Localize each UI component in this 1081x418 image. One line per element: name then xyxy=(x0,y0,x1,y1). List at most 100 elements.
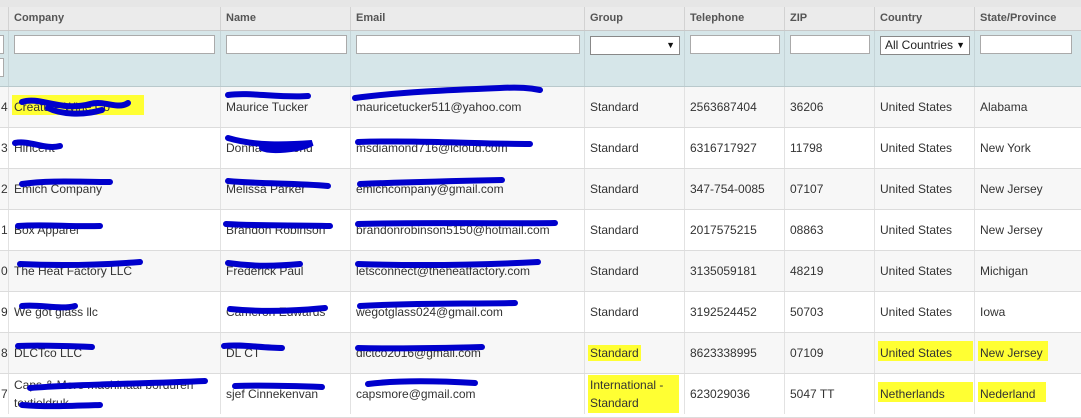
cell-zip: 07107 xyxy=(785,169,875,209)
cell-group: Standard xyxy=(585,333,685,373)
cell-company: DLCTco LLC xyxy=(9,333,221,373)
cell-company: We got glass llc xyxy=(9,292,221,332)
dropdown-arrow-icon: ▼ xyxy=(666,40,675,50)
country-filter-value: All Countries xyxy=(885,38,954,52)
table-row[interactable]: 4 Creature Wine Co Maurice Tucker mauric… xyxy=(0,87,1081,128)
cell-state: New Jersey xyxy=(980,223,1043,237)
cell-zip: 48219 xyxy=(785,251,875,291)
cell-state: New Jersey xyxy=(980,182,1043,196)
cell-email: letsconnect@theheatfactory.com xyxy=(351,251,585,291)
filter-cell-id xyxy=(0,31,9,86)
table-row[interactable]: 9 We got glass llc Cameron Edwards wegot… xyxy=(0,292,1081,333)
cell-id: 2 xyxy=(0,169,9,209)
cell-name: Melissa Parker xyxy=(221,169,351,209)
cell-telephone: 3135059181 xyxy=(685,251,785,291)
cell-zip: 50703 xyxy=(785,292,875,332)
country-filter-select[interactable]: All Countries ▼ xyxy=(880,36,970,55)
cell-email: msdiamond716@icloud.com xyxy=(351,128,585,168)
state-filter-input[interactable] xyxy=(980,35,1072,54)
dropdown-arrow-icon: ▼ xyxy=(956,40,965,50)
cell-company: Box Apparel xyxy=(9,210,221,250)
cell-id: 7 xyxy=(0,374,9,414)
cell-email: dlctco2016@gmail.com xyxy=(351,333,585,373)
table-row[interactable]: 0 The Heat Factory LLC Frederick Paul le… xyxy=(0,251,1081,292)
cell-email: capsmore@gmail.com xyxy=(351,374,585,414)
cell-group: Standard xyxy=(585,210,685,250)
id-to-filter-input[interactable] xyxy=(0,58,4,77)
filter-cell-group: ▼ xyxy=(585,31,685,86)
cell-id: 8 xyxy=(0,333,9,373)
cell-zip: 07109 xyxy=(785,333,875,373)
column-header-zip[interactable]: ZIP xyxy=(785,7,875,30)
grid-header-row: Company Name Email Group Telephone ZIP C… xyxy=(0,7,1081,31)
cell-telephone: 6316717927 xyxy=(685,128,785,168)
cell-name: DL CT xyxy=(221,333,351,373)
highlighted-text: Standard xyxy=(588,345,641,361)
cell-name: Maurice Tucker xyxy=(221,87,351,127)
cell-id: 3 xyxy=(0,128,9,168)
cell-company: Creature Wine Co xyxy=(9,87,221,127)
cell-group: Standard xyxy=(585,128,685,168)
cell-group: Standard xyxy=(585,292,685,332)
cell-email: brandonrobinson5150@hotmail.com xyxy=(351,210,585,250)
column-header-group[interactable]: Group xyxy=(585,7,685,30)
cell-email: wegotglass024@gmail.com xyxy=(351,292,585,332)
customer-grid: Company Name Email Group Telephone ZIP C… xyxy=(0,0,1081,418)
filter-cell-company xyxy=(9,31,221,86)
cell-country: United States xyxy=(875,169,975,209)
cell-group: International - Standard xyxy=(585,374,685,414)
cell-zip: 5047 TT xyxy=(785,374,875,414)
cell-state: New Jersey xyxy=(975,333,1081,373)
column-header-email[interactable]: Email xyxy=(351,7,585,30)
column-header-telephone[interactable]: Telephone xyxy=(685,7,785,30)
cell-name: Frederick Paul xyxy=(221,251,351,291)
cell-email: mauricetucker511@yahoo.com xyxy=(351,87,585,127)
company-filter-input[interactable] xyxy=(14,35,215,54)
cell-name: sjef Cinnekenvan xyxy=(221,374,351,414)
email-filter-input[interactable] xyxy=(356,35,580,54)
filter-cell-email xyxy=(351,31,585,86)
column-header-name[interactable]: Name xyxy=(221,7,351,30)
column-header-id[interactable] xyxy=(0,7,9,30)
cell-group: Standard xyxy=(585,87,685,127)
cell-state: New York xyxy=(980,141,1031,155)
table-row[interactable]: 2 Emich Company Melissa Parker emichcomp… xyxy=(0,169,1081,210)
cell-company: Emich Company xyxy=(9,169,221,209)
cell-name: Cameron Edwards xyxy=(221,292,351,332)
cell-state: Nederland xyxy=(975,374,1081,414)
table-row[interactable]: 7 Caps & More machinaal borduren textiel… xyxy=(0,374,1081,418)
grid-filter-row: ▼ All Countries ▼ xyxy=(0,31,1081,87)
table-row[interactable]: 1 Box Apparel Brandon Robinson brandonro… xyxy=(0,210,1081,251)
id-from-filter-input[interactable] xyxy=(0,35,4,54)
filter-cell-name xyxy=(221,31,351,86)
telephone-filter-input[interactable] xyxy=(690,35,780,54)
cell-name: Donna Diamond xyxy=(221,128,351,168)
cell-telephone: 3192524452 xyxy=(685,292,785,332)
cell-zip: 36206 xyxy=(785,87,875,127)
cell-telephone: 2017575215 xyxy=(685,210,785,250)
zip-filter-input[interactable] xyxy=(790,35,870,54)
group-filter-select[interactable]: ▼ xyxy=(590,36,680,55)
cell-zip: 08863 xyxy=(785,210,875,250)
cell-id: 1 xyxy=(0,210,9,250)
cell-country: United States xyxy=(875,128,975,168)
cell-email: emichcompany@gmail.com xyxy=(351,169,585,209)
cell-id: 0 xyxy=(0,251,9,291)
filter-cell-state xyxy=(975,31,1081,86)
table-row[interactable]: 3 Hincent Donna Diamond msdiamond716@icl… xyxy=(0,128,1081,169)
cell-country: Netherlands xyxy=(875,374,975,414)
column-header-company[interactable]: Company xyxy=(9,7,221,30)
cell-name: Brandon Robinson xyxy=(221,210,351,250)
cell-telephone: 8623338995 xyxy=(685,333,785,373)
cell-company: Hincent xyxy=(9,128,221,168)
cell-company: Caps & More machinaal borduren textieldr… xyxy=(9,374,221,414)
column-header-state[interactable]: State/Province xyxy=(975,7,1081,30)
column-header-country[interactable]: Country xyxy=(875,7,975,30)
cell-state: Iowa xyxy=(980,305,1006,319)
cell-id: 4 xyxy=(0,87,9,127)
name-filter-input[interactable] xyxy=(226,35,347,54)
cell-country: United States xyxy=(875,210,975,250)
cell-telephone: 2563687404 xyxy=(685,87,785,127)
cell-group: Standard xyxy=(585,251,685,291)
table-row[interactable]: 8 DLCTco LLC DL CT dlctco2016@gmail.com … xyxy=(0,333,1081,374)
